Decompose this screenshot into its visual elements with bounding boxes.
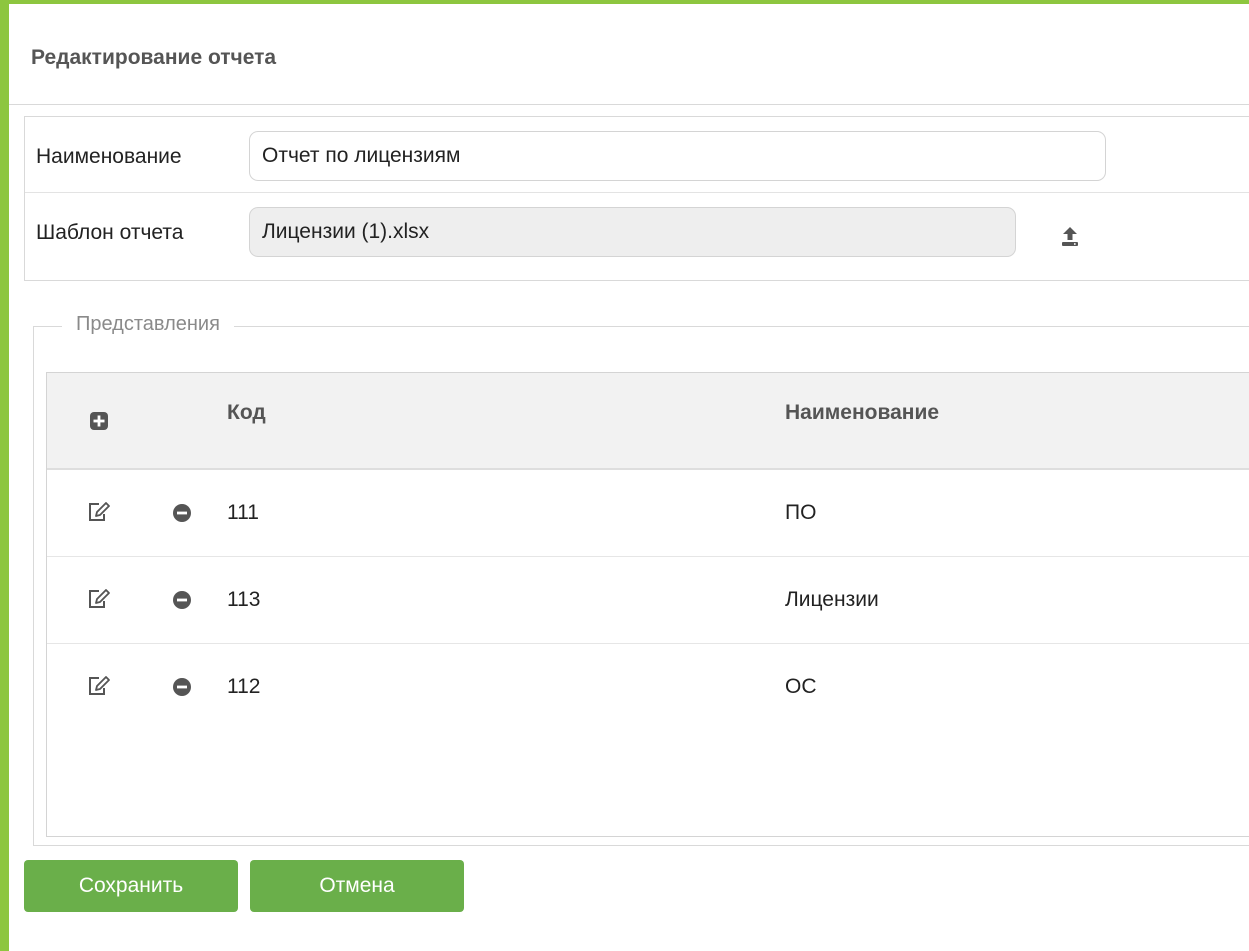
report-properties-panel: Наименование Шаблон отчета Лицензии (1).… xyxy=(24,116,1249,281)
views-legend: Представления xyxy=(62,313,234,336)
edit-icon xyxy=(89,502,110,521)
plus-square-icon xyxy=(90,412,108,430)
cell-name: Лицензии xyxy=(785,588,879,611)
upload-button[interactable] xyxy=(1055,221,1085,251)
remove-row-button[interactable] xyxy=(172,503,192,523)
edit-row-button[interactable] xyxy=(87,675,111,697)
dialog-header: Редактирование отчета xyxy=(9,4,1249,105)
cell-code: 112 xyxy=(227,675,261,698)
column-header-name[interactable]: Наименование xyxy=(785,401,939,425)
template-row: Шаблон отчета Лицензии (1).xlsx xyxy=(25,193,1249,268)
cell-code: 113 xyxy=(227,588,261,611)
template-field[interactable]: Лицензии (1).xlsx xyxy=(249,207,1016,257)
table-row[interactable]: 113 Лицензии xyxy=(47,557,1249,644)
table-header: Код Наименование xyxy=(47,373,1249,470)
upload-icon xyxy=(1062,227,1078,246)
add-view-button[interactable] xyxy=(89,411,109,431)
cell-name: ОС xyxy=(785,675,817,698)
name-input[interactable] xyxy=(249,131,1106,181)
minus-circle-icon xyxy=(173,591,191,609)
report-edit-window: Редактирование отчета Наименование Шабло… xyxy=(0,0,1249,951)
remove-row-button[interactable] xyxy=(172,590,192,610)
remove-row-button[interactable] xyxy=(172,677,192,697)
edit-icon xyxy=(89,676,110,695)
cell-code: 111 xyxy=(227,501,259,524)
edit-icon xyxy=(89,589,110,608)
views-table: Код Наименование 111 ПО 113 Лицензии 112… xyxy=(46,372,1249,837)
name-row: Наименование xyxy=(25,117,1249,193)
dialog-title: Редактирование отчета xyxy=(31,46,277,69)
minus-circle-icon xyxy=(173,678,191,696)
table-row[interactable]: 111 ПО xyxy=(47,470,1249,557)
template-label: Шаблон отчета xyxy=(36,221,184,244)
edit-row-button[interactable] xyxy=(87,501,111,523)
save-button[interactable]: Сохранить xyxy=(24,860,238,912)
column-header-code[interactable]: Код xyxy=(227,401,266,425)
template-file-name: Лицензии (1).xlsx xyxy=(262,220,430,243)
cell-name: ПО xyxy=(785,501,817,524)
name-label: Наименование xyxy=(36,145,182,168)
views-fieldset: Представления Код Наименование 111 ПО 11… xyxy=(33,313,1249,846)
table-row[interactable]: 112 ОС xyxy=(47,644,1249,730)
minus-circle-icon xyxy=(173,504,191,522)
cancel-button[interactable]: Отмена xyxy=(250,860,464,912)
edit-row-button[interactable] xyxy=(87,588,111,610)
